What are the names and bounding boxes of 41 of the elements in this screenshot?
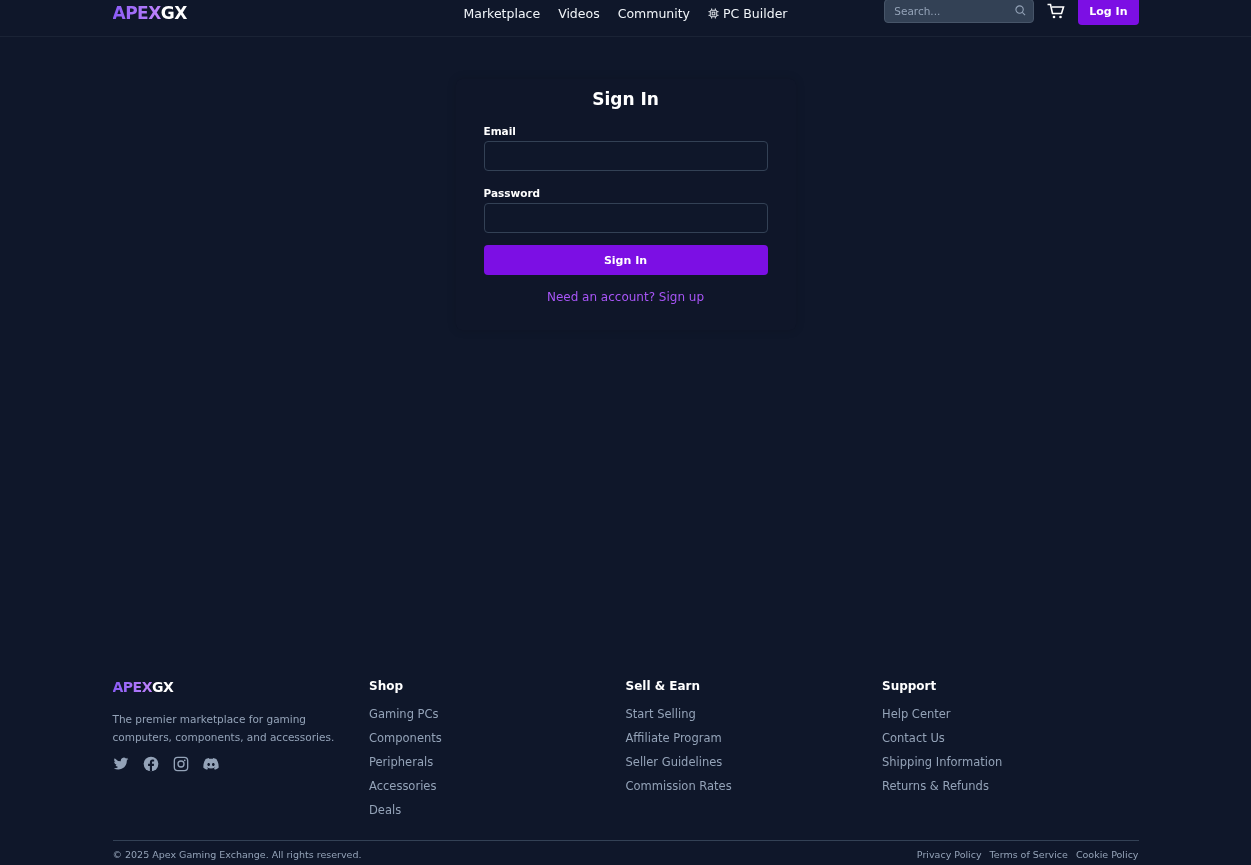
input-field[interactable] <box>483 141 768 171</box>
tagline: The premier marketplace for gaming computers, components, and accessories. <box>112 712 336 745</box>
instagram-camera-icon[interactable] <box>172 756 189 772</box>
field-label: Email <box>483 125 516 137</box>
nav-link[interactable]: Marketplace <box>463 5 541 21</box>
legal-link[interactable]: Cookie Policy <box>1075 849 1139 865</box>
cart-icon[interactable] <box>1047 3 1066 19</box>
footer-link[interactable]: Affiliate Program <box>625 729 722 747</box>
login-button[interactable]: Log In <box>1078 0 1139 25</box>
footer-link[interactable]: Help Center <box>882 705 951 723</box>
footer-link[interactable]: Shipping Information <box>882 753 1003 771</box>
chip-icon <box>708 7 720 19</box>
sign-up-link[interactable]: Need an account? Sign up <box>546 290 705 304</box>
sign-in-button[interactable]: Sign In <box>483 245 768 275</box>
discord-controller-icon[interactable] <box>202 756 219 772</box>
nav-link[interactable]: Videos <box>558 5 600 21</box>
footer-link[interactable]: Gaming PCs <box>369 705 439 723</box>
footer-link[interactable]: Accessories <box>369 777 437 795</box>
column-title: Support <box>882 679 938 693</box>
search-icon[interactable] <box>1015 5 1027 16</box>
footer-link[interactable]: Contact Us <box>882 729 945 747</box>
footer-link[interactable]: Seller Guidelines <box>625 753 723 771</box>
nav-link[interactable]: PC Builder <box>708 5 788 21</box>
input-field[interactable] <box>483 203 768 233</box>
footer-link[interactable]: Components <box>369 729 442 747</box>
legal-link[interactable]: Privacy Policy <box>916 849 982 865</box>
form-title: Sign In <box>592 89 659 109</box>
field-label: Password <box>483 187 541 199</box>
footer-link[interactable]: Commission Rates <box>625 777 732 795</box>
footer-link[interactable]: Deals <box>369 801 402 819</box>
footer-link[interactable]: Start Selling <box>625 705 696 723</box>
twitter-bird-icon[interactable] <box>112 756 129 772</box>
legal-link[interactable]: Terms of Service <box>989 849 1068 865</box>
nav-link[interactable]: Community <box>617 5 691 21</box>
search-field[interactable]: Search... <box>884 0 1035 23</box>
column-title: Sell & Earn <box>625 679 702 693</box>
facebook-icon[interactable] <box>142 756 159 772</box>
footer-link[interactable]: Peripherals <box>369 753 434 771</box>
column-title: Shop <box>369 679 405 693</box>
copyright: © 2025 Apex Gaming Exchange. All rights reserved. <box>112 849 362 862</box>
footer-link[interactable]: Returns & Refunds <box>882 777 989 795</box>
